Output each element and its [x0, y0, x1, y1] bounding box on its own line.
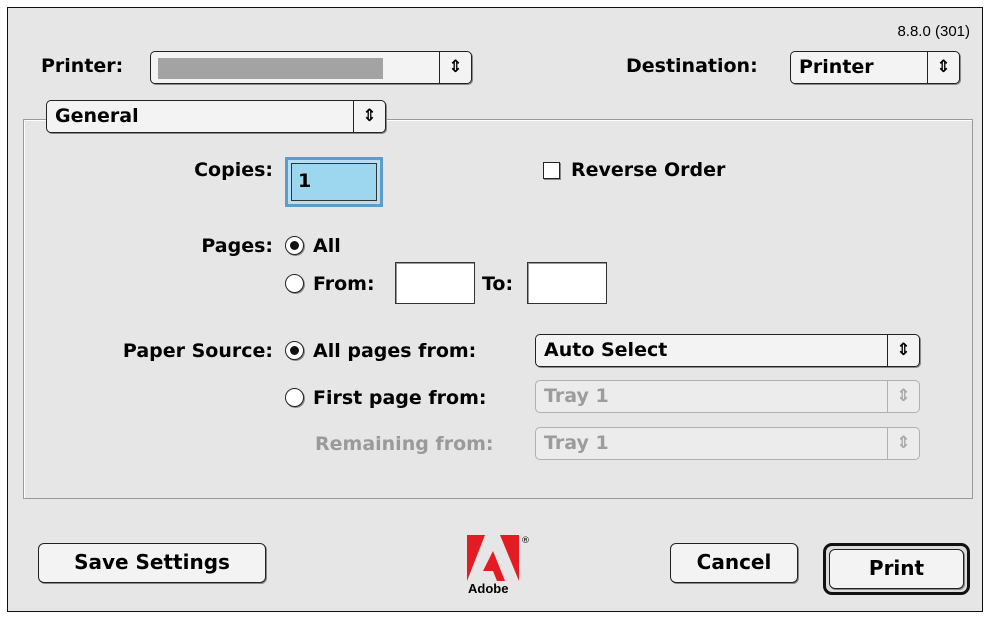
panel-menu-popup[interactable]: General ⇕ — [46, 100, 386, 133]
save-settings-button[interactable]: Save Settings — [38, 543, 266, 583]
pages-all-radio[interactable] — [285, 236, 304, 255]
adobe-logo-icon — [467, 535, 519, 581]
first-page-source-popup[interactable]: Tray 1 ⇕ — [535, 380, 920, 413]
copies-value: 1 — [291, 163, 377, 201]
pages-to-label: To: — [482, 273, 514, 295]
remaining-from-label: Remaining from: — [315, 433, 494, 455]
printer-name-placeholder — [158, 58, 383, 79]
pages-label: Pages: — [201, 235, 273, 257]
popup-arrows-icon: ⇕ — [887, 381, 919, 412]
print-button[interactable]: Print — [829, 549, 964, 589]
popup-arrows-icon: ⇕ — [353, 101, 385, 132]
panel-menu-value: General — [55, 105, 139, 127]
popup-arrows-icon: ⇕ — [439, 52, 471, 83]
cancel-button[interactable]: Cancel — [670, 543, 798, 583]
printer-label: Printer: — [41, 55, 124, 77]
pages-from-field[interactable] — [395, 262, 475, 304]
print-dialog: 8.8.0 (301) Printer: ⇕ Destination: Prin… — [7, 7, 983, 612]
paper-source-label: Paper Source: — [122, 340, 273, 362]
destination-popup[interactable]: Printer ⇕ — [790, 51, 960, 84]
pages-to-field[interactable] — [527, 262, 607, 304]
all-pages-from-radio[interactable] — [285, 341, 304, 360]
pages-from-label[interactable]: From: — [313, 272, 375, 296]
version-label: 8.8.0 (301) — [897, 23, 970, 40]
reverse-order-checkbox[interactable] — [543, 162, 560, 179]
destination-label: Destination: — [626, 55, 758, 77]
destination-value: Printer — [799, 56, 874, 78]
popup-arrows-icon: ⇕ — [887, 335, 919, 366]
registered-mark: ® — [521, 536, 530, 546]
remaining-source-value: Tray 1 — [544, 432, 609, 454]
popup-arrows-icon: ⇕ — [887, 428, 919, 459]
adobe-logo-text: Adobe — [468, 581, 509, 596]
all-pages-source-popup[interactable]: Auto Select ⇕ — [535, 334, 920, 367]
first-page-from-label[interactable]: First page from: — [313, 386, 486, 410]
reverse-order-label[interactable]: Reverse Order — [571, 158, 725, 182]
all-pages-source-value: Auto Select — [544, 339, 668, 361]
printer-popup[interactable]: ⇕ — [150, 51, 472, 84]
copies-field[interactable]: 1 — [285, 157, 383, 207]
all-pages-from-label[interactable]: All pages from: — [313, 339, 476, 363]
remaining-source-popup[interactable]: Tray 1 ⇕ — [535, 427, 920, 460]
pages-all-label[interactable]: All — [313, 234, 341, 258]
copies-label: Copies: — [194, 159, 273, 181]
pages-from-radio[interactable] — [285, 274, 304, 293]
first-page-from-radio[interactable] — [285, 388, 304, 407]
popup-arrows-icon: ⇕ — [927, 52, 959, 83]
adobe-logo: ® Adobe — [463, 533, 533, 603]
first-page-source-value: Tray 1 — [544, 385, 609, 407]
